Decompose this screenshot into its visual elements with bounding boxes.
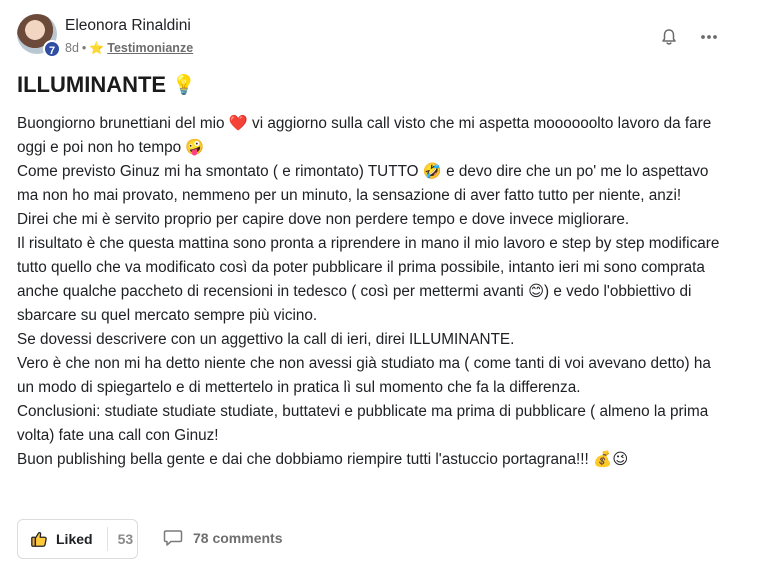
post-meta: 8d • ⭐ Testimonianze — [65, 41, 193, 55]
like-count[interactable]: 53 — [118, 531, 134, 547]
body-line: Il risultato è che questa mattina sono p… — [17, 235, 720, 324]
like-label: Liked — [56, 531, 93, 547]
post-body: Buongiorno brunettiani del mio ❤️ vi agg… — [17, 112, 732, 472]
body-line: Come previsto Ginuz mi ha smontato ( e r… — [17, 163, 709, 204]
author-name[interactable]: Eleonora Rinaldini — [65, 17, 191, 35]
post-time: 8d — [65, 41, 79, 55]
body-line: Direi che mi è servito proprio per capir… — [17, 211, 630, 228]
lightbulb-icon: 💡 — [172, 75, 196, 96]
body-line: Se dovessi descrivere con un aggettivo l… — [17, 331, 515, 348]
comment-bubble-icon — [163, 530, 183, 546]
bell-icon[interactable] — [659, 27, 679, 47]
post-card: 7 Eleonora Rinaldini 8d • ⭐ Testimonianz… — [0, 0, 757, 569]
body-line: Buongiorno brunettiani del mio ❤️ vi agg… — [17, 115, 712, 156]
body-line: Vero è che non mi ha detto niente che no… — [17, 355, 711, 396]
category-link[interactable]: Testimonianze — [107, 41, 193, 55]
body-line: Conclusioni: studiate studiate studiate,… — [17, 403, 709, 444]
thumbs-up-icon — [31, 532, 47, 547]
like-divider — [106, 527, 108, 551]
like-button[interactable]: Liked 53 — [17, 519, 138, 559]
post-title: ILLUMINANTE 💡 — [17, 72, 196, 98]
body-line: Buon publishing bella gente e dai che do… — [17, 451, 629, 468]
meta-separator: • — [81, 41, 87, 55]
post-title-text: ILLUMINANTE — [17, 72, 167, 97]
more-options-icon[interactable] — [699, 27, 719, 47]
comments-button[interactable]: 78 comments — [163, 529, 282, 547]
star-icon: ⭐ — [89, 41, 105, 55]
comments-label: 78 comments — [193, 530, 283, 546]
level-badge: 7 — [43, 40, 61, 58]
avatar[interactable]: 7 — [17, 14, 61, 58]
